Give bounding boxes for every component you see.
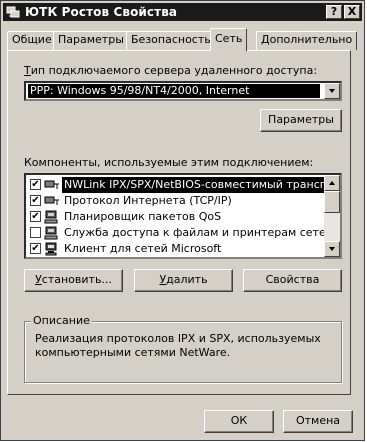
window-title: ЮТК Ростов Свойства (25, 5, 178, 19)
cancel-button[interactable]: Отмена (283, 410, 353, 433)
close-button[interactable]: X (344, 5, 360, 19)
network-tab-panel (7, 50, 351, 395)
tab-advanced[interactable]: Дополнительно (256, 31, 358, 50)
properties-dialog: ЮТК Ростов Свойства ? X Общие Параметры … (0, 0, 365, 441)
network-connection-icon (6, 6, 20, 18)
tab-general[interactable]: Общие (7, 31, 57, 50)
tab-options[interactable]: Параметры (53, 31, 129, 50)
tab-security[interactable]: Безопасность (126, 31, 216, 50)
tab-network[interactable]: Сеть (210, 28, 248, 51)
title-bar[interactable]: ЮТК Ростов Свойства ? X (3, 3, 362, 21)
ok-button[interactable]: ОК (204, 410, 274, 433)
help-button[interactable]: ? (326, 5, 342, 19)
